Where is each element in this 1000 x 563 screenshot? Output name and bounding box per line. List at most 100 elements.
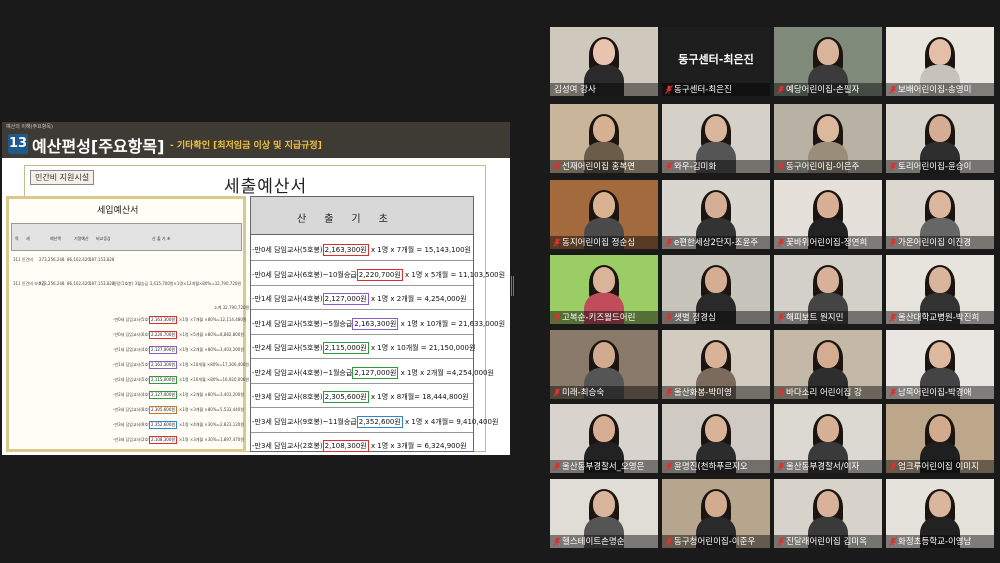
calc-highlight: 2,108,300원 (322, 440, 369, 452)
doc-mini-formula: ×1명 ×10개월 ×80%=17,306,400원 (179, 362, 250, 367)
calc-line: -만0세 담임교사(5호봉) 2,163,300원 x 1명 x 7개월 = 15… (252, 244, 471, 256)
face-shape (593, 416, 615, 442)
participant-name: 가온어린이집 이진경 (898, 238, 972, 248)
participant-tile[interactable]: 예당어린이집-손필자 (774, 27, 882, 96)
calc-row: -만1세 담임교사(5호봉)~5월승급 2,163,300원 x 1명 x 10개… (251, 311, 505, 335)
calc-line: -만1세 담임교사(4호봉) 2,127,000원 x 1명 x 2개월 = 4,… (252, 293, 467, 305)
participant-tile[interactable]: 보배어린이집-송영미 (886, 27, 994, 96)
doc-mini-formula: ×1명 ×7개월 ×80%=12,114,480원 (179, 317, 247, 322)
calc-label: -만3세 담임교사(9호봉)~11월승급 (252, 417, 357, 426)
mic-muted-icon (665, 537, 673, 546)
mic-muted-icon (553, 462, 561, 471)
doc-mini-highlight: 2,352,600원 (149, 421, 178, 429)
mic-muted-icon (889, 537, 897, 546)
participant-tile[interactable]: 동지어린이집 정순심 (550, 180, 658, 249)
participant-name: 바다소리 어린이집 강 (786, 388, 862, 398)
doc-header-cell: 기정예산 (74, 236, 89, 241)
doc-mini-highlight: 2,163,300원 (149, 361, 178, 369)
participant-tile[interactable]: 선재어린이집 홍복연 (550, 104, 658, 173)
calc-highlight: 2,220,700원 (356, 268, 403, 281)
participant-tile[interactable]: 울산대학교병원-박진희 (886, 255, 994, 324)
calc-line: -만3세 담임교사(8호봉) 2,305,600원 x 1명 x 8개월= 18,… (252, 391, 469, 403)
participant-name: 엄크루어린이집 이미지 (898, 462, 979, 472)
participant-tile[interactable]: 동구어린이집-이은주 (774, 104, 882, 173)
calc-formula: x 1명 x 8개월= 18,444,800원 (368, 393, 469, 401)
participant-tile[interactable]: 남목어린이집-박경애 (886, 330, 994, 399)
face-shape (705, 491, 727, 517)
calc-row: -만0세 담임교사(6호봉)~10월승급 2,220,700원 x 1명 x 5개… (251, 262, 505, 286)
mic-muted-icon (553, 537, 561, 546)
participant-tile[interactable]: 화정초등학교-이영남 (886, 479, 994, 548)
participant-tile[interactable]: 토리어린이집-윤승이 (886, 104, 994, 173)
participant-name: 동지어린이집 정순심 (562, 238, 636, 248)
mic-muted-icon (889, 238, 897, 247)
mic-muted-icon (553, 313, 561, 322)
participant-tile[interactable]: 꽃바위어린이집-정연희 (774, 180, 882, 249)
face-shape (593, 39, 615, 65)
participant-name: 예당어린이집-손필자 (786, 85, 860, 95)
doc-cell: 273,256,248 (39, 257, 65, 262)
participant-name: 김성여 강사 (554, 85, 596, 95)
participant-name: 고복순-키즈월드어린 (562, 313, 636, 323)
doc-header-cell: 산 출 기 초 (152, 236, 171, 241)
participant-name: 해피보트 원지민 (786, 313, 844, 323)
slide-main-title: 세출예산서 (224, 177, 308, 197)
participant-tile[interactable]: 미래-최승숙 (550, 330, 658, 399)
mic-muted-icon (553, 238, 561, 247)
doc-mini-label: -만0세 담임교사(5호봉) (113, 317, 154, 322)
participant-tile[interactable]: 샛별 정경심 (662, 255, 770, 324)
participant-tile[interactable]: 가온어린이집 이진경 (886, 180, 994, 249)
doc-title: 세입예산서 (97, 206, 139, 216)
calc-label: -만0세 담임교사(6호봉)~10월승급 (252, 270, 357, 279)
panel-resize-handle[interactable] (511, 276, 514, 296)
calc-row: -만1세 담임교사(4호봉) 2,127,000원 x 1명 x 2개월 = 4,… (251, 286, 473, 310)
calc-highlight: 2,305,600원 (322, 391, 369, 403)
participant-tile[interactable]: 와우-김미화 (662, 104, 770, 173)
face-shape (817, 116, 839, 142)
calc-line: -만2세 담임교사(4호봉)~1월승급 2,127,000원 x 1명 x 2개월… (252, 366, 494, 379)
participant-tile[interactable]: 헬스테이트손명순 (550, 479, 658, 548)
participant-tile[interactable]: 윤명진(천하푸르지오 (662, 404, 770, 473)
doc-mini-label: -만3세 담임교사(2호봉) (113, 437, 154, 442)
participant-tile[interactable]: 김성여 강사 (550, 27, 658, 96)
participant-tile[interactable]: 바다소리 어린이집 강 (774, 330, 882, 399)
participant-tile[interactable]: 동구센터-최은진 동구센터-최은진 (662, 27, 770, 96)
mic-muted-icon (777, 238, 785, 247)
participant-tile[interactable]: 진달래어린이집 김미옥 (774, 479, 882, 548)
participant-tile[interactable]: 동구청어린이집-이준우 (662, 479, 770, 548)
participant-tile[interactable]: 엄크루어린이집 이미지 (886, 404, 994, 473)
mic-muted-icon (777, 462, 785, 471)
participant-tile[interactable]: e편한세상2단지-조윤주 (662, 180, 770, 249)
doc-mini-highlight: 2,115,000원 (149, 376, 178, 384)
participant-name: 동구어린이집-이은주 (786, 162, 860, 172)
doc-cell: 86,102,420 (67, 257, 90, 262)
doc-mini-formula: ×1명 ×3개월 ×30%=1,897,470원 (179, 437, 245, 442)
face-shape (593, 491, 615, 517)
participant-tile[interactable]: 해피보트 원지민 (774, 255, 882, 324)
slide-subtitle: - 기타확인 [최저임금 이상 및 지급규정] (170, 141, 322, 151)
calc-highlight: 2,127,000원 (352, 366, 399, 379)
doc-mini-highlight: 2,108,300원 (149, 436, 178, 444)
mic-muted-icon (777, 313, 785, 322)
calc-label: -만1세 담임교사(4호봉) (252, 295, 323, 303)
participant-tile[interactable]: 고복순-키즈월드어린 (550, 255, 658, 324)
face-shape (705, 416, 727, 442)
participant-name: 남목어린이집-박경애 (898, 388, 972, 398)
participant-tile[interactable]: 울산동부경찰서/이자 (774, 404, 882, 473)
mic-muted-icon (777, 537, 785, 546)
calc-formula: x 1명 x 7개월 = 15,143,100원 (368, 246, 471, 254)
mic-muted-icon (665, 388, 673, 397)
doc-cell: 187,153,828 (89, 281, 115, 286)
calc-highlight: 2,163,300원 (322, 244, 369, 256)
mic-muted-icon (889, 388, 897, 397)
participant-tile[interactable]: 울산화봉-박미영 (662, 330, 770, 399)
calc-formula: x 1명 x 3개월 = 6,324,900원 (368, 442, 467, 450)
participant-tile[interactable]: 울산동부경찰서_오영은 (550, 404, 658, 473)
face-shape (929, 192, 951, 218)
doc-mini-highlight: 2,305,600원 (149, 406, 178, 414)
shared-screen-slide: 예산의 이해(주요항목) 13 예산편성[주요항목] - 기타확인 [최저임금 … (2, 122, 510, 455)
mic-muted-icon (889, 313, 897, 322)
calc-formula: x 1명 x 2개월 = 4,254,000원 (368, 295, 467, 303)
participant-name: 울산대학교병원-박진희 (898, 313, 980, 323)
mic-muted-icon (553, 388, 561, 397)
